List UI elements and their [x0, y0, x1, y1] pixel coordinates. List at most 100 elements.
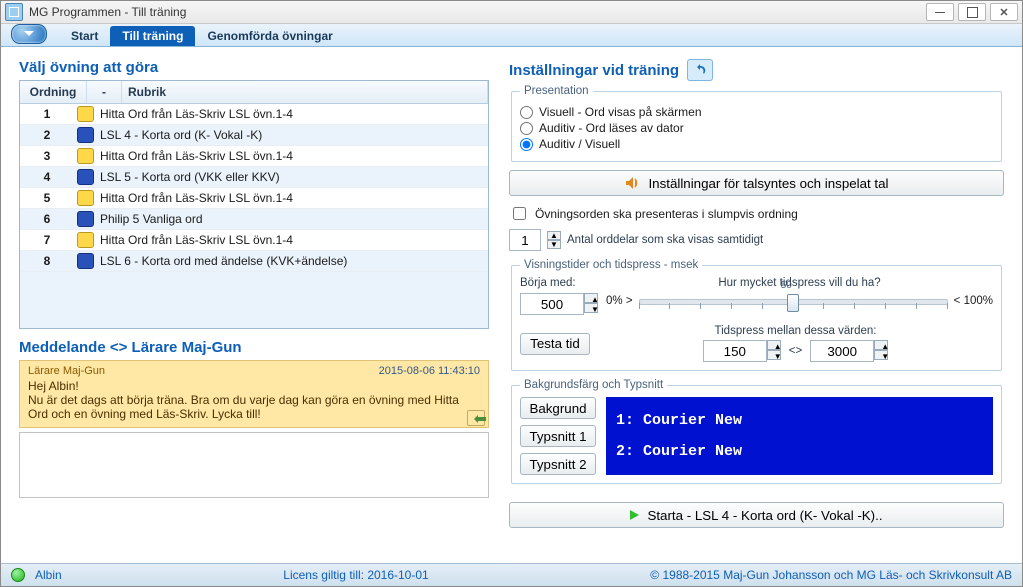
start-exercise-button[interactable]: Starta - LSL 4 - Korta ord (K- Vokal -K)… [509, 502, 1004, 528]
message-area: Lärare Maj-Gun 2015-08-06 11:43:10 Hej A… [19, 360, 489, 501]
main-content: Välj övning att göra Ordning - Rubrik 1H… [1, 47, 1022, 563]
maximize-button[interactable] [958, 3, 986, 21]
start-up[interactable]: ▲ [584, 293, 598, 303]
tab-genomforda[interactable]: Genomförda övningar [195, 26, 344, 46]
table-row[interactable]: 5Hitta Ord från Läs-Skriv LSL övn.1-4 [20, 188, 488, 209]
radio-audio-input[interactable] [520, 122, 533, 135]
row-icon [74, 253, 96, 269]
font2-button[interactable]: Typsnitt 2 [520, 453, 596, 475]
row-order: 4 [20, 170, 74, 184]
between-label: Tidspress mellan dessa värden: [715, 325, 877, 337]
app-menu-button[interactable] [11, 24, 47, 44]
table-row[interactable]: 6 Philip 5 Vanliga ord [20, 209, 488, 230]
row-order: 8 [20, 254, 74, 268]
close-button[interactable]: ✕ [990, 3, 1018, 21]
parts-spinner: ▲ ▼ [547, 231, 561, 249]
statusbar: Albin Licens giltig till: 2016-10-01 © 1… [1, 563, 1022, 586]
font-preview: 1: Courier New 2: Courier New [606, 397, 993, 475]
message-note: Lärare Maj-Gun 2015-08-06 11:43:10 Hej A… [19, 360, 489, 428]
row-title: Hitta Ord från Läs-Skriv LSL övn.1-4 [96, 233, 488, 247]
random-order-label: Övningsorden ska presenteras i slumpvis … [535, 207, 798, 221]
max-down[interactable]: ▼ [874, 350, 888, 360]
exercise-type-icon [77, 169, 94, 185]
start-value-input[interactable] [520, 293, 584, 315]
row-icon [74, 211, 96, 227]
radio-visual[interactable]: Visuell - Ord visas på skärmen [520, 105, 993, 119]
tab-start[interactable]: Start [59, 26, 110, 46]
max-up[interactable]: ▲ [874, 340, 888, 350]
table-row[interactable]: 7Hitta Ord från Läs-Skriv LSL övn.1-4 [20, 230, 488, 251]
start-with-label: Börja med: [520, 277, 598, 289]
timing-legend: Visningstider och tidspress - msek [520, 259, 702, 271]
row-title: Philip 5 Vanliga ord [96, 212, 488, 226]
left-column: Välj övning att göra Ordning - Rubrik 1H… [19, 59, 489, 557]
row-title: LSL 6 - Korta ord med ändelse (KVK+ändel… [96, 254, 488, 268]
pressure-slider[interactable]: 50 [639, 291, 948, 311]
play-icon [630, 510, 639, 520]
row-title: Hitta Ord från Läs-Skriv LSL övn.1-4 [96, 107, 488, 121]
random-order-input[interactable] [513, 207, 526, 220]
radio-both[interactable]: Auditiv / Visuell [520, 137, 993, 151]
time-sep: <> [789, 345, 802, 357]
col-icon[interactable]: - [87, 81, 122, 103]
radio-both-input[interactable] [520, 138, 533, 151]
message-heading: Meddelande <> Lärare Maj-Gun [19, 339, 489, 356]
titlebar: MG Programmen - Till träning ✕ [1, 1, 1022, 24]
radio-both-label: Auditiv / Visuell [539, 137, 620, 151]
start-down[interactable]: ▼ [584, 303, 598, 313]
exercise-grid: Ordning - Rubrik 1Hitta Ord från Läs-Skr… [19, 80, 489, 329]
table-row[interactable]: 3Hitta Ord från Läs-Skriv LSL övn.1-4 [20, 146, 488, 167]
random-order-checkbox[interactable]: Övningsorden ska presenteras i slumpvis … [509, 204, 1004, 223]
table-row[interactable]: 8 LSL 6 - Korta ord med ändelse (KVK+ände… [20, 251, 488, 272]
reset-settings-button[interactable] [687, 59, 713, 81]
table-row[interactable]: 4LSL 5 - Korta ord (VKK eller KKV) [20, 167, 488, 188]
bg-color-button[interactable]: Bakgrund [520, 397, 596, 419]
exercise-heading: Välj övning att göra [19, 59, 489, 76]
parts-input[interactable] [509, 229, 541, 251]
table-row[interactable]: 1Hitta Ord från Läs-Skriv LSL övn.1-4 [20, 104, 488, 125]
slider-100pct: < 100% [954, 295, 993, 307]
row-icon [74, 232, 96, 248]
slider-thumb[interactable] [787, 294, 799, 312]
message-input[interactable] [19, 432, 489, 498]
timing-fieldset: Visningstider och tidspress - msek Börja… [511, 259, 1002, 371]
message-from: Lärare Maj-Gun [28, 365, 105, 377]
row-order: 6 [20, 212, 74, 226]
exercise-type-icon [77, 148, 94, 164]
max-time-input[interactable] [810, 340, 874, 362]
tab-till-traning[interactable]: Till träning [110, 26, 195, 46]
test-time-button[interactable]: Testa tid [520, 333, 590, 355]
row-icon [74, 148, 96, 164]
parts-stepper: ▲ ▼ Antal orddelar som ska visas samtidi… [509, 229, 1004, 251]
grid-header: Ordning - Rubrik [20, 81, 488, 104]
slider-50-label: 50 [781, 280, 792, 291]
message-timestamp: 2015-08-06 11:43:10 [379, 365, 480, 377]
tts-settings-button[interactable]: Inställningar för talsyntes och inspelat… [509, 170, 1004, 196]
col-ordning[interactable]: Ordning [20, 81, 87, 103]
minimize-button[interactable] [926, 3, 954, 21]
status-indicator-icon [11, 568, 25, 582]
radio-audio[interactable]: Auditiv - Ord läses av dator [520, 121, 993, 135]
presentation-legend: Presentation [520, 85, 593, 97]
presentation-fieldset: Presentation Visuell - Ord visas på skär… [511, 85, 1002, 162]
radio-visual-input[interactable] [520, 106, 533, 119]
send-message-button[interactable] [467, 410, 485, 426]
font1-button[interactable]: Typsnitt 1 [520, 425, 596, 447]
row-order: 5 [20, 191, 74, 205]
settings-heading: Inställningar vid träning [509, 59, 1004, 81]
col-rubrik[interactable]: Rubrik [122, 81, 488, 103]
parts-up[interactable]: ▲ [547, 231, 561, 240]
min-down[interactable]: ▼ [767, 350, 781, 360]
preview-line-2: 2: Courier New [616, 443, 983, 460]
min-up[interactable]: ▲ [767, 340, 781, 350]
radio-audio-label: Auditiv - Ord läses av dator [539, 121, 684, 135]
app-icon [5, 3, 23, 21]
table-row[interactable]: 2LSL 4 - Korta ord (K- Vokal -K) [20, 125, 488, 146]
exercise-type-icon [77, 106, 94, 122]
min-time-input[interactable] [703, 340, 767, 362]
row-title: LSL 4 - Korta ord (K- Vokal -K) [96, 128, 488, 142]
parts-down[interactable]: ▼ [547, 240, 561, 249]
row-icon [74, 169, 96, 185]
row-icon [74, 127, 96, 143]
row-title: Hitta Ord från Läs-Skriv LSL övn.1-4 [96, 149, 488, 163]
